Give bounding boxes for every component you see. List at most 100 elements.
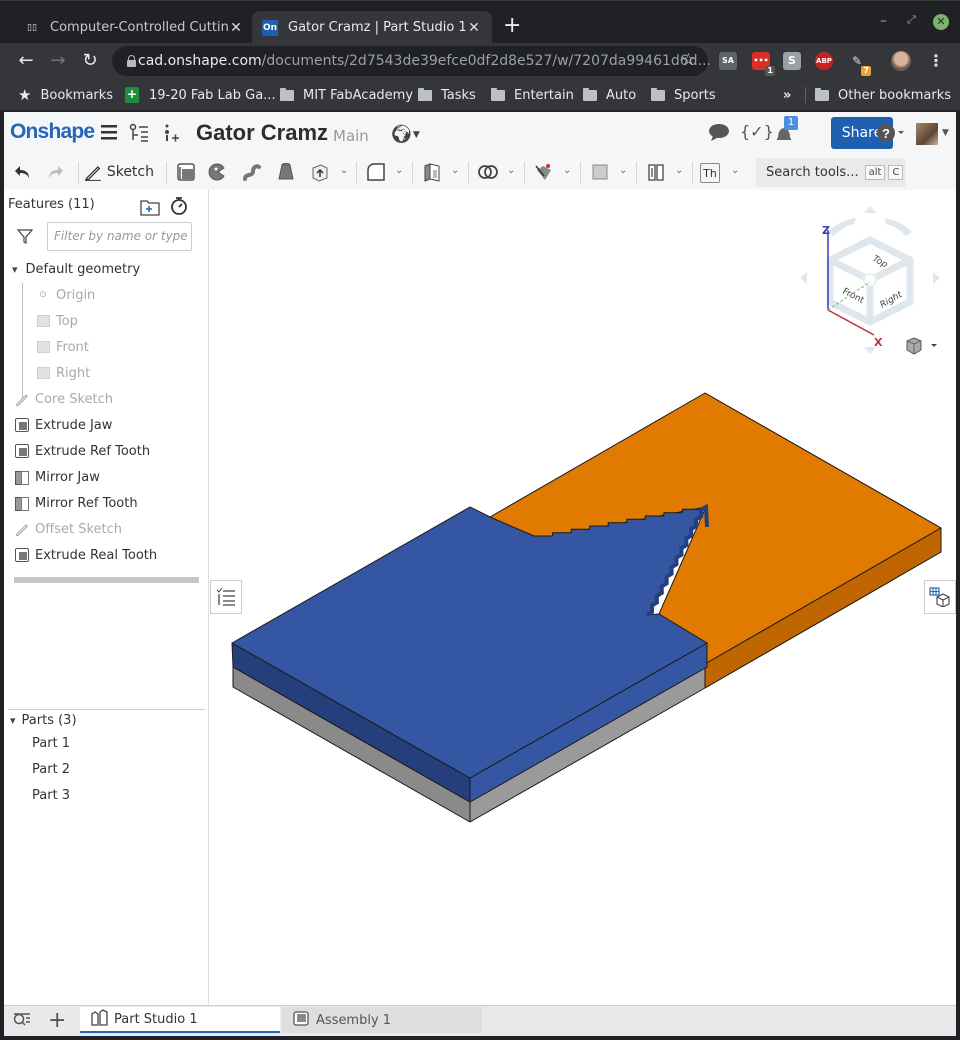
more-bookmarks-button[interactable]: » [783, 85, 791, 105]
fillet-icon[interactable] [364, 161, 388, 183]
default-geometry-group[interactable]: ▾ Default geometry [12, 259, 140, 279]
reload-icon[interactable]: ↻ [78, 49, 102, 73]
insert-icon[interactable] [162, 123, 180, 147]
feature-extrude-real-tooth[interactable]: Extrude Real Tooth [14, 545, 157, 565]
forward-icon[interactable]: → [46, 49, 70, 73]
window-close-icon[interactable]: ✕ [933, 14, 949, 30]
split-icon[interactable] [532, 161, 556, 183]
chevron-down-icon[interactable]: ⌄ [675, 165, 683, 176]
comments-icon[interactable] [708, 122, 730, 146]
version-history-icon[interactable] [129, 123, 149, 147]
horizontal-scrollbar[interactable] [14, 577, 199, 583]
boolean-icon[interactable] [476, 161, 500, 183]
chevron-down-icon[interactable]: ⌄ [395, 165, 403, 176]
part-item[interactable]: Part 2 [32, 759, 70, 779]
part-item[interactable]: Part 3 [32, 785, 70, 805]
help-icon[interactable]: ? [876, 123, 906, 147]
bookmark-other[interactable]: Other bookmarks [815, 85, 951, 105]
chevron-down-icon: ▼ [412, 130, 420, 140]
browser-tab-onshape[interactable]: On Gator Cramz | Part Studio 1 ✕ [252, 11, 492, 44]
feature-toolbar: Sketch ⌄ ⌄ ⌄ ⌄ ⌄ ⌄ ⌄ Th ⌄ Search tools..… [4, 154, 956, 190]
feature-front-plane[interactable]: Front [35, 337, 89, 357]
feature-extrude-ref-tooth[interactable]: Extrude Ref Tooth [14, 441, 150, 461]
close-tab-icon[interactable]: ✕ [228, 20, 244, 36]
chevron-down-icon[interactable]: ⌄ [507, 165, 515, 176]
sweep-icon[interactable] [240, 161, 264, 183]
chevron-down-icon[interactable]: ⌄ [731, 165, 739, 176]
extension-paint-icon[interactable]: ✎ 7 [848, 52, 871, 76]
adblock-icon[interactable]: ABP [815, 52, 833, 70]
chevron-down-icon[interactable]: ▾ [10, 714, 16, 727]
back-icon[interactable]: ← [14, 49, 38, 73]
browser-menu-icon[interactable]: ⋮ [928, 51, 944, 70]
feature-top-plane[interactable]: Top [35, 311, 78, 331]
tab-part-studio-1[interactable]: Part Studio 1 [80, 1007, 280, 1033]
bookmark-tasks[interactable]: Tasks [418, 85, 476, 105]
browser-tab-cutting[interactable]: ▯▯ Computer-Controlled Cutting ✕ [14, 11, 254, 44]
bookmark-fab-lab[interactable]: +19-20 Fab Lab Ga... [125, 85, 276, 105]
feature-origin[interactable]: ⊙ Origin [35, 285, 95, 305]
tab-manager-icon[interactable] [12, 1012, 32, 1032]
text-tool-button[interactable]: Th [700, 163, 720, 183]
minimize-icon[interactable]: – [880, 13, 887, 29]
chevron-down-icon[interactable]: ⌄ [340, 165, 348, 176]
globe-icon[interactable]: 🌍︎▼ [390, 124, 420, 145]
3d-viewport[interactable]: Top Front Right Z X [210, 190, 956, 1005]
extrude-icon[interactable] [174, 161, 198, 183]
hamburger-menu-icon[interactable] [100, 123, 118, 145]
blue-part-top-face[interactable] [231, 506, 708, 779]
branch-label[interactable]: Main [333, 127, 369, 145]
bookmark-entertain[interactable]: Entertain [491, 85, 574, 105]
document-title[interactable]: Gator Cramz [196, 120, 328, 146]
user-avatar[interactable] [916, 123, 938, 145]
tab-assembly-1[interactable]: Assembly 1 [282, 1007, 482, 1033]
feature-label: Front [56, 339, 89, 355]
sketch-button[interactable]: Sketch [84, 161, 154, 183]
redo-icon[interactable] [46, 161, 66, 183]
loft-icon[interactable] [274, 161, 298, 183]
bookmark-label: Tasks [441, 87, 476, 103]
revolve-icon[interactable] [205, 161, 229, 183]
bookmark-bookmarks[interactable]: ★ Bookmarks [18, 85, 113, 105]
bookmark-auto[interactable]: Auto [583, 85, 636, 105]
chevron-down-icon[interactable]: ⌄ [619, 165, 627, 176]
chevron-down-icon[interactable]: ⌄ [451, 165, 459, 176]
feature-extrude-jaw[interactable]: Extrude Jaw [14, 415, 112, 435]
chevron-down-icon[interactable]: ▾ [12, 263, 18, 276]
extension-sa-icon[interactable]: SA [719, 52, 737, 70]
feature-label: Right [56, 365, 91, 381]
filter-input[interactable]: Filter by name or type [47, 222, 192, 251]
close-tab-icon[interactable]: ✕ [466, 20, 482, 36]
extension-todo-icon[interactable]: ••• 1 [752, 52, 775, 76]
bookmark-mit-fabacademy[interactable]: MIT FabAcademy [280, 85, 413, 105]
maximize-icon[interactable]: ⤢ [907, 13, 916, 27]
featurescript-icon[interactable]: {✓} [740, 122, 774, 141]
thicken-icon[interactable] [308, 161, 332, 183]
bookmark-star-icon[interactable]: ☆ [681, 50, 696, 70]
plane-icon[interactable] [588, 161, 612, 183]
address-bar[interactable]: cad.onshape.com/documents/2d7543de39efce… [112, 46, 711, 76]
profile-avatar[interactable] [891, 51, 911, 71]
add-tab-button[interactable]: + [48, 1008, 66, 1033]
onshape-logo[interactable]: Onshape [10, 120, 95, 144]
chevron-down-icon[interactable]: ▼ [942, 128, 949, 138]
feature-mirror-ref-tooth[interactable]: Mirror Ref Tooth [14, 493, 138, 513]
extension-s-icon[interactable]: S [783, 52, 801, 70]
feature-right-plane[interactable]: Right [35, 363, 90, 383]
3d-model[interactable] [210, 190, 956, 1005]
bookmark-sports[interactable]: Sports [651, 85, 716, 105]
add-folder-icon[interactable] [140, 198, 160, 220]
parts-group[interactable]: ▾ Parts (3) [10, 710, 77, 730]
shell-icon[interactable] [420, 161, 444, 183]
undo-icon[interactable] [12, 161, 32, 183]
rollback-timer-icon[interactable] [170, 196, 188, 220]
new-tab-button[interactable]: + [503, 15, 521, 37]
feature-mirror-jaw[interactable]: Mirror Jaw [14, 467, 100, 487]
filter-icon[interactable] [16, 228, 34, 248]
search-tools-button[interactable]: Search tools... alt C [756, 158, 906, 187]
mirror-icon[interactable] [644, 161, 668, 183]
feature-core-sketch[interactable]: Core Sketch [14, 389, 113, 409]
chevron-down-icon[interactable]: ⌄ [563, 165, 571, 176]
part-item[interactable]: Part 1 [32, 733, 70, 753]
feature-offset-sketch[interactable]: Offset Sketch [14, 519, 122, 539]
